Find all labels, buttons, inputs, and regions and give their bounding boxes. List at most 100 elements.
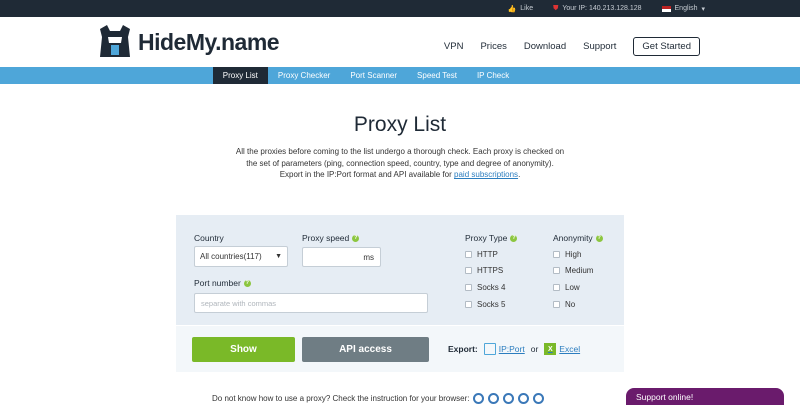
export-ipport-link[interactable]: IP:Port [483, 343, 525, 355]
page-title: Proxy List [353, 113, 447, 136]
nav-vpn[interactable]: VPN [444, 41, 464, 52]
help-icon[interactable]: ? [243, 279, 251, 287]
anon-no-checkbox[interactable]: No [553, 300, 575, 309]
like-label: Like [520, 5, 534, 12]
show-button[interactable]: Show [192, 337, 295, 362]
speed-label: Proxy speed ? [302, 233, 360, 243]
country-label: Country [194, 233, 224, 243]
firefox-icon[interactable] [473, 393, 485, 404]
checkbox-box [553, 301, 560, 308]
speed-unit: ms [363, 252, 374, 262]
anonymity-label: Anonymity ? [553, 233, 603, 243]
desc-line-3: Export in the IP:Port format and API ava… [279, 170, 452, 180]
tab-speed-test[interactable]: Speed Test [407, 67, 467, 84]
tab-port-scanner[interactable]: Port Scanner [340, 67, 407, 84]
top-bar: 👍 Like ⛊ Your IP: 140.213.128.128 Englis… [0, 0, 800, 17]
type-http-label: HTTP [477, 250, 498, 259]
logo-ninja-icon [100, 25, 130, 57]
anonymity-label-text: Anonymity [553, 233, 593, 243]
main-nav: VPN Prices Download Support Get Started [444, 37, 700, 56]
checkbox-box [465, 267, 472, 274]
desc-end: . [518, 170, 521, 180]
internet-explorer-icon[interactable] [533, 393, 545, 404]
flag-icon [661, 5, 671, 12]
type-https-checkbox[interactable]: HTTPS [465, 266, 503, 275]
type-socks4-label: Socks 4 [477, 283, 506, 292]
support-chat-widget[interactable]: Support online! [626, 388, 784, 405]
tab-proxy-list[interactable]: Proxy List [212, 67, 268, 84]
chrome-icon[interactable] [488, 393, 500, 404]
port-label: Port number ? [194, 278, 251, 288]
type-http-checkbox[interactable]: HTTP [465, 250, 498, 259]
sub-nav: Proxy List Proxy Checker Port Scanner Sp… [0, 67, 800, 84]
help-icon[interactable]: ? [595, 234, 603, 242]
thumbs-up-icon: 👍 [507, 5, 517, 13]
anon-low-label: Low [565, 283, 580, 292]
proxy-type-label: Proxy Type ? [465, 233, 518, 243]
excel-icon: X [544, 343, 557, 355]
anon-medium-checkbox[interactable]: Medium [553, 266, 593, 275]
anon-low-checkbox[interactable]: Low [553, 283, 580, 292]
checkbox-box [553, 251, 560, 258]
country-label-text: Country [194, 233, 224, 243]
checkbox-box [465, 251, 472, 258]
browser-instructions: Do not know how to use a proxy? Check th… [212, 393, 545, 404]
desc-line-2: the set of parameters (ping, connection … [246, 158, 554, 168]
country-value: All countries(117) [200, 252, 262, 261]
paid-subscriptions-link[interactable]: paid subscriptions [454, 170, 518, 179]
export-ipport-label: IP:Port [498, 344, 525, 354]
port-input[interactable]: separate with commas [194, 293, 428, 313]
checkbox-box [553, 284, 560, 291]
port-label-text: Port number [194, 278, 241, 288]
anon-no-label: No [565, 300, 576, 309]
help-icon[interactable]: ? [510, 234, 518, 242]
actions-bar: Show API access Export: IP:Port or X Exc… [176, 326, 624, 372]
export-excel-label: Excel [559, 344, 581, 354]
type-https-label: HTTPS [477, 266, 504, 275]
checkbox-box [465, 284, 472, 291]
chevron-down-icon: ▾ [701, 5, 705, 13]
tab-proxy-checker[interactable]: Proxy Checker [268, 67, 340, 84]
logo[interactable]: HideMy.name [98, 23, 280, 61]
type-socks4-checkbox[interactable]: Socks 4 [465, 283, 505, 292]
speed-input[interactable]: ms [302, 247, 381, 267]
shield-icon: ⛊ [553, 4, 559, 12]
nav-support[interactable]: Support [583, 41, 616, 52]
filter-panel: Country All countries(117) ▼ Proxy speed… [176, 215, 624, 325]
anon-medium-label: Medium [565, 266, 594, 275]
language-label: English [674, 5, 698, 12]
help-icon[interactable]: ? [352, 234, 360, 242]
country-select[interactable]: All countries(117) ▼ [194, 246, 288, 267]
get-started-button[interactable]: Get Started [633, 37, 700, 56]
page-description: All the proxies before coming to the lis… [200, 146, 600, 181]
type-socks5-checkbox[interactable]: Socks 5 [465, 300, 505, 309]
export-label: Export: [448, 344, 478, 354]
export-excel-link[interactable]: X Excel [544, 343, 580, 355]
tab-ip-check[interactable]: IP Check [467, 67, 519, 84]
export-or: or [530, 344, 539, 354]
type-socks5-label: Socks 5 [477, 300, 506, 309]
speed-label-text: Proxy speed [302, 233, 350, 243]
api-access-button[interactable]: API access [302, 337, 429, 362]
proxy-type-label-text: Proxy Type [465, 233, 508, 243]
desc-line-1: All the proxies before coming to the lis… [235, 147, 565, 156]
anon-high-label: High [565, 250, 582, 259]
logo-text: HideMy.name [138, 28, 280, 55]
checkbox-box [465, 301, 472, 308]
nav-download[interactable]: Download [524, 41, 566, 52]
opera-icon[interactable] [503, 393, 515, 404]
instructions-text: Do not know how to use a proxy? Check th… [212, 394, 470, 403]
caret-down-icon: ▼ [275, 253, 282, 260]
anon-high-checkbox[interactable]: High [553, 250, 581, 259]
ip-port-icon [483, 343, 496, 355]
language-selector[interactable]: English ▾ [661, 5, 705, 13]
ip-info: ⛊ Your IP: 140.213.128.128 [553, 5, 641, 13]
header: HideMy.name VPN Prices Download Support … [0, 17, 800, 67]
safari-icon[interactable] [518, 393, 530, 404]
nav-prices[interactable]: Prices [480, 41, 506, 52]
ip-label: Your IP: 140.213.128.128 [562, 5, 642, 12]
port-placeholder: separate with commas [201, 298, 277, 308]
like-link[interactable]: 👍 Like [508, 5, 534, 13]
checkbox-box [553, 267, 560, 274]
export-group: Export: IP:Port or X Excel [448, 343, 580, 355]
